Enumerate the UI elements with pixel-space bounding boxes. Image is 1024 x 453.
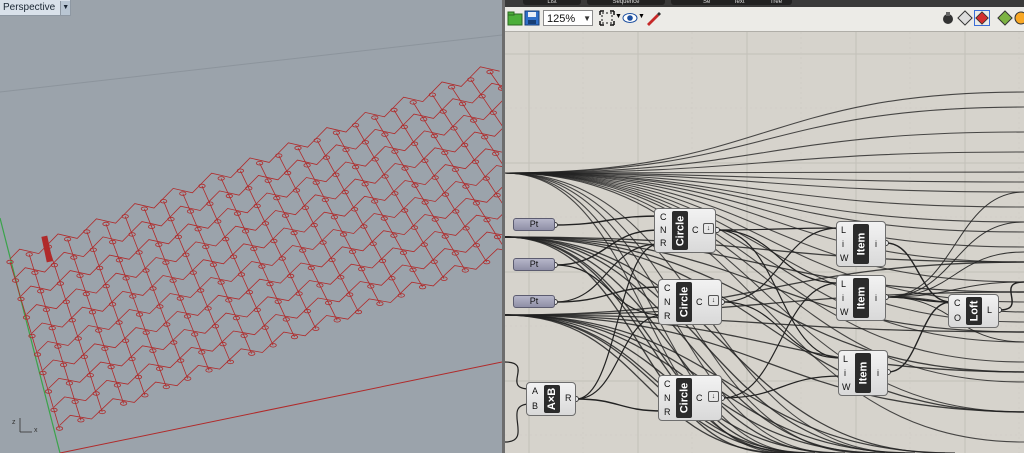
preview-off-icon[interactable]: [940, 10, 956, 26]
grasshopper-editor: List Sequence Sets Text Tree 125% ▼ ▼ ▼ P…: [505, 0, 1024, 453]
zoom-dropdown[interactable]: 125% ▼: [543, 10, 593, 26]
tab-tree[interactable]: Tree: [760, 0, 792, 5]
point-param-1[interactable]: Pt: [513, 218, 555, 231]
preview-chevron-icon[interactable]: ▼: [638, 13, 645, 20]
item-component-1[interactable]: L i W Item i: [836, 221, 886, 267]
zoom-extents-chevron-icon[interactable]: ▼: [615, 13, 622, 20]
loft-component[interactable]: C O Loft L: [948, 294, 999, 328]
canvas-wires: [505, 32, 1024, 453]
viewport-geometry: zx: [0, 34, 502, 453]
preview-eye-icon[interactable]: [622, 10, 638, 26]
preview-selected-icon[interactable]: [997, 10, 1013, 26]
graft-arrow-icon: ↓: [703, 223, 714, 234]
circle-output-c: C: [696, 393, 703, 403]
item-input-i: i: [842, 293, 844, 303]
circle-core: Circle: [676, 378, 692, 418]
multiply-output-r: R: [565, 393, 572, 403]
circle-output-c: C: [692, 225, 699, 235]
graft-arrow-icon: ↓: [708, 391, 719, 402]
item-component-3[interactable]: L i W Item i: [838, 350, 888, 396]
circle-input-c: C: [664, 379, 671, 389]
item-output-i: i: [877, 368, 879, 378]
circle-input-r: R: [664, 407, 671, 417]
multiply-input-a: A: [532, 386, 539, 396]
item-input-i: i: [842, 239, 844, 249]
item-component-2[interactable]: L i W Item i: [836, 275, 886, 321]
circle-input-r: R: [664, 311, 671, 321]
item-input-w: W: [840, 253, 849, 263]
zoom-extents-icon[interactable]: [599, 10, 615, 26]
save-file-icon[interactable]: [524, 10, 540, 26]
circle-input-c: C: [664, 283, 671, 293]
graft-arrow-icon: ↓: [708, 295, 719, 306]
circle-component-1[interactable]: C N R Circle C ↓: [654, 208, 716, 253]
point-param-label: Pt: [529, 219, 539, 229]
item-input-l: L: [843, 354, 849, 364]
circle-input-n: N: [664, 393, 671, 403]
item-output-i: i: [875, 239, 877, 249]
component-tab-strip: List Sequence Sets Text Tree: [505, 0, 1024, 7]
viewport-title: Perspective: [3, 2, 56, 13]
multiply-input-b: B: [532, 401, 539, 411]
item-core: Item: [853, 224, 869, 264]
svg-text:z: z: [12, 419, 16, 426]
zoom-value: 125%: [547, 13, 576, 25]
sketch-pen-icon[interactable]: [645, 10, 661, 26]
zoom-chevron-down-icon: ▼: [583, 14, 591, 23]
circle-component-3[interactable]: C N R Circle C ↓: [658, 375, 722, 421]
point-param-label: Pt: [529, 259, 539, 269]
multiply-core: A×B: [544, 385, 560, 413]
grasshopper-canvas[interactable]: Pt Pt Pt C N R Circle C ↓ C N R Circle C…: [505, 32, 1024, 453]
bake-icon[interactable]: [1013, 10, 1024, 26]
circle-component-2[interactable]: C N R Circle C ↓: [658, 279, 722, 325]
rhino-viewport[interactable]: zx Perspective ▼: [0, 0, 502, 453]
item-core: Item: [855, 353, 871, 393]
viewport-menu-chevron-icon[interactable]: ▼: [60, 0, 71, 15]
preview-wireframe-icon[interactable]: [957, 10, 973, 26]
tab-sequence[interactable]: Sequence: [587, 0, 665, 5]
viewport-tab[interactable]: Perspective ▼: [0, 0, 72, 16]
item-input-w: W: [842, 382, 851, 392]
item-input-w: W: [840, 307, 849, 317]
point-param-2[interactable]: Pt: [513, 258, 555, 271]
tab-list[interactable]: List: [523, 0, 581, 5]
loft-core: Loft: [966, 297, 982, 325]
circle-core: Circle: [672, 211, 688, 250]
item-output-i: i: [875, 293, 877, 303]
loft-output-l: L: [987, 305, 993, 315]
point-param-3[interactable]: Pt: [513, 295, 555, 308]
circle-input-n: N: [660, 225, 667, 235]
item-input-l: L: [841, 225, 847, 235]
circle-input-r: R: [660, 238, 667, 248]
preview-shaded-icon[interactable]: [974, 10, 990, 26]
canvas-toolbar: 125% ▼ ▼ ▼: [505, 7, 1024, 32]
circle-input-n: N: [664, 297, 671, 307]
item-input-i: i: [844, 368, 846, 378]
circle-input-c: C: [660, 212, 667, 222]
loft-input-o: O: [954, 313, 962, 323]
open-file-icon[interactable]: [507, 10, 523, 26]
circle-output-c: C: [696, 297, 703, 307]
circle-core: Circle: [676, 282, 692, 322]
multiply-component[interactable]: A B A×B R: [526, 382, 576, 416]
item-input-l: L: [841, 279, 847, 289]
svg-text:x: x: [34, 427, 38, 434]
item-core: Item: [853, 278, 869, 318]
point-param-label: Pt: [529, 296, 539, 306]
loft-input-c: C: [954, 298, 961, 308]
